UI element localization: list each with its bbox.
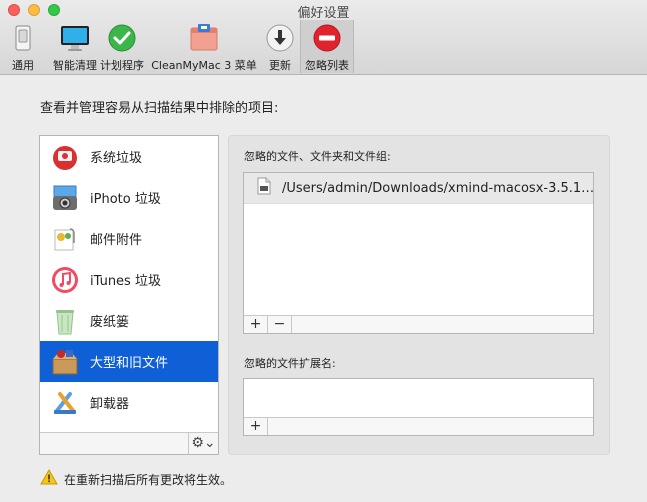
ignore-settings-panel: 忽略的文件、文件夹和文件组: /Users/admin/Downloads/xm… (228, 135, 610, 455)
extensions-list-footer: + (244, 417, 593, 435)
monitor-icon (59, 22, 91, 54)
gear-icon: ⚙︎⌄ (191, 435, 216, 451)
mail-attachment-icon (50, 224, 80, 254)
category-list-footer: ⚙︎⌄ (40, 432, 218, 454)
add-extension-button[interactable]: + (244, 418, 268, 435)
ignored-extensions-label: 忽略的文件扩展名: (244, 357, 336, 370)
category-system-junk[interactable]: 系统垃圾 (40, 136, 218, 177)
uninstaller-icon (50, 388, 80, 418)
trash-icon (50, 306, 80, 336)
system-junk-icon (50, 142, 80, 172)
window-title: 偏好设置 (297, 6, 350, 21)
add-file-button[interactable]: + (244, 316, 268, 333)
general-switch-icon (7, 22, 39, 54)
category-label: 系统垃圾 (90, 151, 143, 166)
itunes-icon (50, 265, 80, 295)
category-iphoto-junk[interactable]: iPhoto 垃圾 (40, 177, 218, 218)
toolbar-general[interactable]: 通用 (6, 20, 40, 73)
category-label: 废纸篓 (90, 315, 130, 330)
large-files-icon (50, 347, 80, 377)
gear-menu-button[interactable]: ⚙︎⌄ (188, 433, 218, 454)
category-label: 大型和旧文件 (90, 356, 169, 371)
remove-file-button[interactable]: − (268, 316, 292, 333)
menu-bar-icon (188, 22, 220, 54)
category-mail-attachments[interactable]: 邮件附件 (40, 218, 218, 259)
category-itunes-junk[interactable]: iTunes 垃圾 (40, 259, 218, 300)
notice-text: 在重新扫描后所有更改将生效。 (64, 472, 233, 487)
ignored-files-list[interactable]: /Users/admin/Downloads/xmind-macosx-3.5.… (243, 172, 594, 334)
category-large-old-files[interactable]: 大型和旧文件 (40, 341, 218, 382)
iphoto-icon (50, 183, 80, 213)
document-icon (256, 177, 272, 199)
window-toolbar: 偏好设置 通用 智能清理 计划程序 CleanMyMac 3 菜单 更新 忽略列… (0, 0, 647, 75)
toolbar-scheduler[interactable]: 计划程序 (96, 20, 148, 73)
toolbar-menu-settings[interactable]: CleanMyMac 3 菜单 (151, 20, 257, 73)
ignored-extensions-list[interactable]: + (243, 378, 594, 436)
category-label: 卸载器 (90, 397, 130, 412)
category-label: 邮件附件 (90, 233, 143, 248)
page-heading: 查看并管理容易从扫描结果中排除的项目: (40, 101, 279, 116)
download-arrow-icon (264, 22, 296, 54)
warning-icon (40, 468, 58, 489)
ignored-files-label: 忽略的文件、文件夹和文件组: (244, 150, 391, 163)
category-trash[interactable]: 废纸篓 (40, 300, 218, 341)
category-label: iTunes 垃圾 (90, 274, 161, 289)
toolbar-ignore-list[interactable]: 忽略列表 (300, 20, 354, 73)
category-label: iPhoto 垃圾 (90, 192, 161, 207)
file-path: /Users/admin/Downloads/xmind-macosx-3.5.… (282, 180, 593, 196)
category-uninstaller[interactable]: 卸载器 (40, 382, 218, 423)
rescan-notice: 在重新扫描后所有更改将生效。 (40, 468, 233, 489)
category-list: 系统垃圾 iPhoto 垃圾 邮件附件 iTunes 垃圾 废纸篓 大型和旧文件… (39, 135, 219, 455)
toolbar-update[interactable]: 更新 (264, 20, 296, 73)
check-circle-icon (106, 22, 138, 54)
no-entry-icon (311, 22, 343, 54)
files-list-footer: + − (244, 315, 593, 333)
list-item[interactable]: /Users/admin/Downloads/xmind-macosx-3.5.… (244, 173, 593, 204)
